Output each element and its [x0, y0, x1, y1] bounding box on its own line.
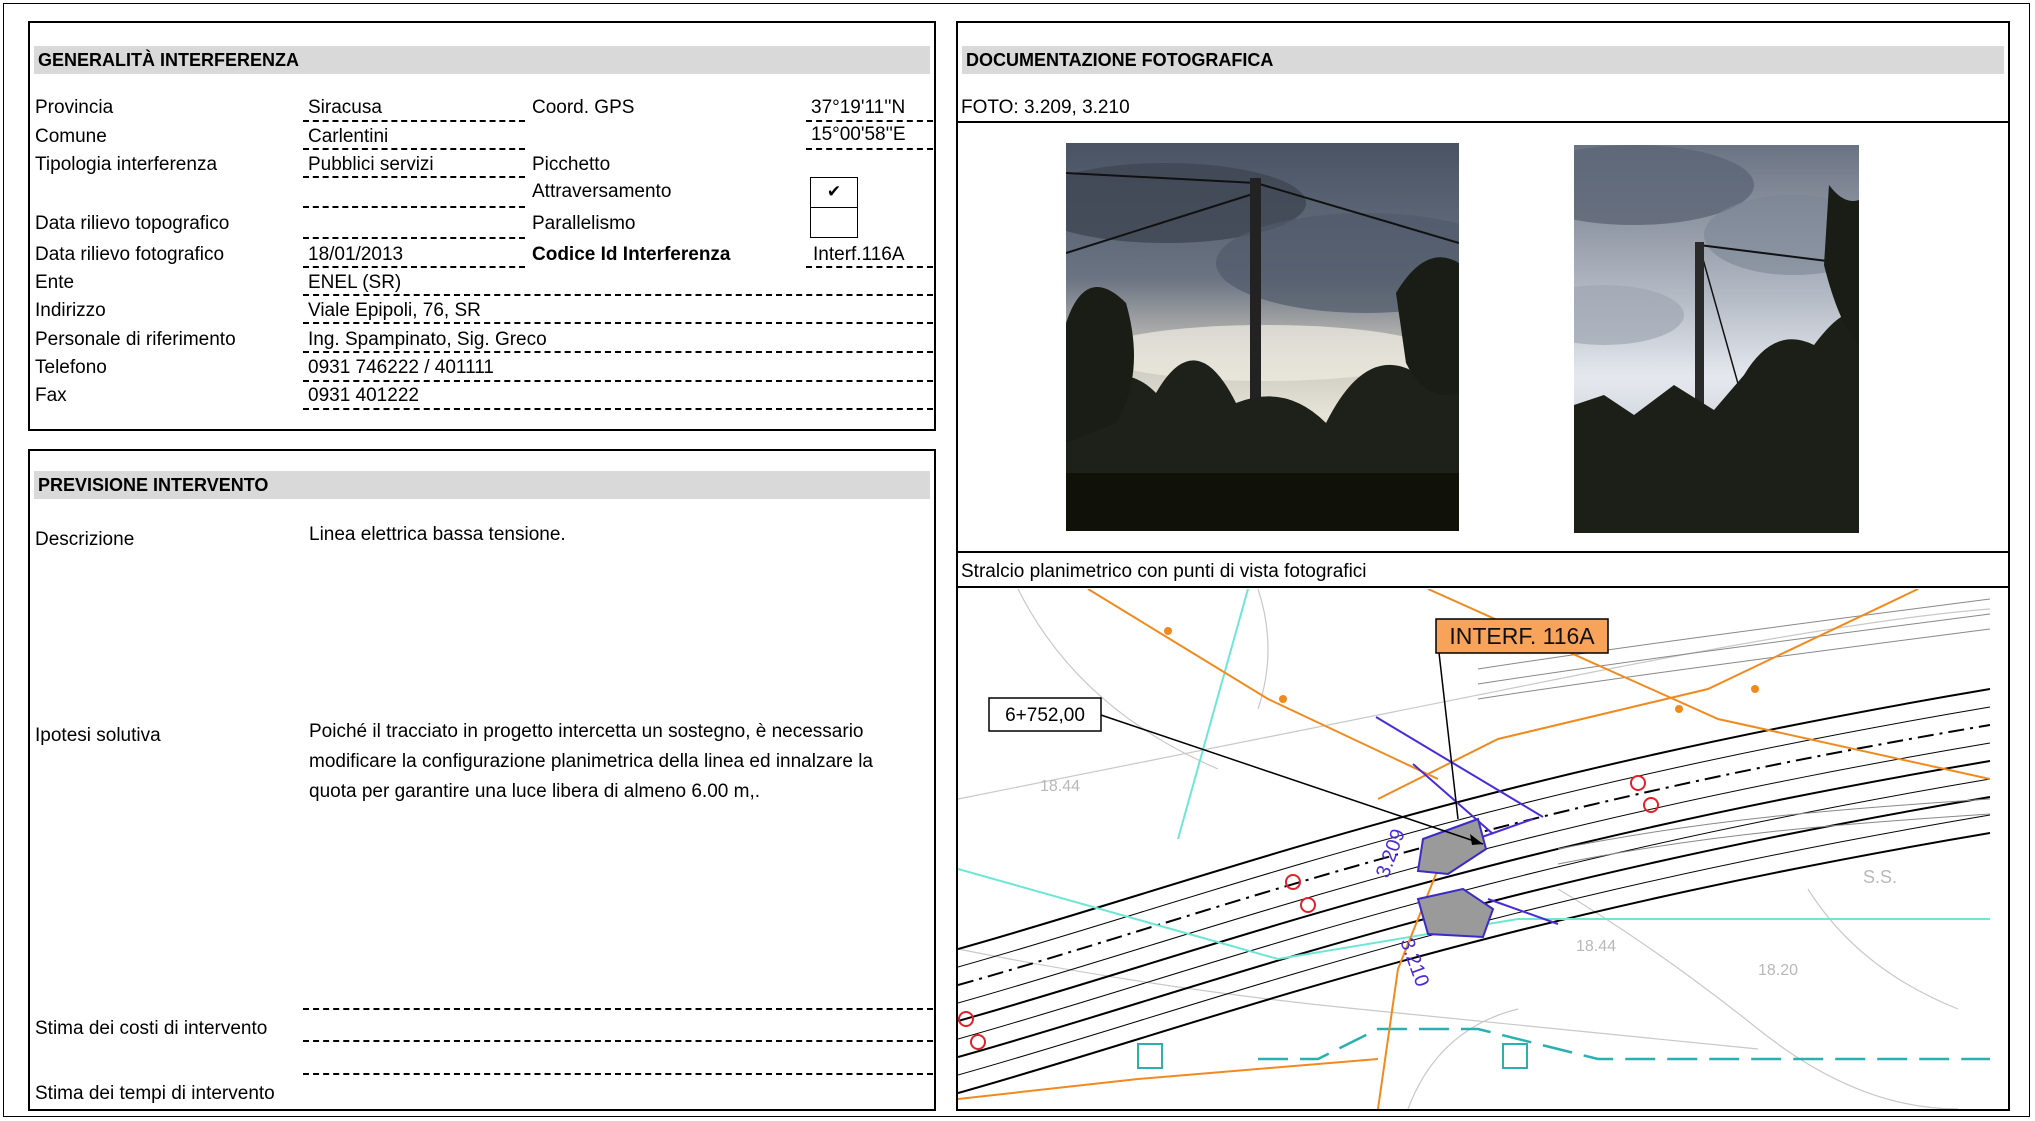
provincia-value: Siracusa — [308, 97, 382, 118]
codice-line — [806, 266, 933, 268]
provincia-label: Provincia — [35, 97, 114, 118]
foto-date-value: 18/01/2013 — [308, 244, 404, 265]
photo-3209 — [1066, 143, 1459, 531]
topo-line — [303, 237, 525, 239]
picchetto-label: Picchetto — [532, 154, 611, 175]
ss-label: S.S. — [1863, 867, 1897, 887]
tipologia-line — [303, 176, 525, 178]
coord-lon: 15°00'58''E — [811, 124, 906, 145]
comune-value: Carlentini — [308, 126, 389, 147]
parallelismo-label: Parallelismo — [532, 213, 636, 234]
previsione-title: PREVISIONE INTERVENTO — [34, 471, 930, 499]
indirizzo-line — [303, 322, 933, 324]
ente-line — [303, 294, 933, 296]
coord-lat: 37°19'11''N — [811, 97, 906, 118]
indirizzo-label: Indirizzo — [35, 300, 106, 321]
indirizzo-value: Viale Epipoli, 76, SR — [308, 300, 481, 321]
interf-label: INTERF. 116A — [1449, 623, 1595, 649]
ente-value: ENEL (SR) — [308, 272, 402, 293]
tempi-label: Stima dei tempi di intervento — [35, 1083, 275, 1104]
telefono-line — [303, 380, 933, 382]
elevation-3: 18.20 — [1758, 962, 1798, 979]
descrizione-label: Descrizione — [35, 529, 135, 550]
coord-lat-line — [806, 120, 933, 122]
elevation-1: 18.44 — [1040, 778, 1080, 795]
blank-line — [303, 206, 525, 208]
elevation-2: 18.44 — [1576, 938, 1616, 955]
stralcio-divider — [956, 586, 2010, 588]
foto-date-line — [303, 266, 525, 268]
fax-value: 0931 401222 — [308, 385, 419, 406]
personale-label: Personale di riferimento — [35, 329, 236, 350]
fax-label: Fax — [35, 385, 67, 406]
personale-value: Ing. Spampinato, Sig. Greco — [308, 329, 547, 350]
telefono-value: 0931 746222 / 401111 — [308, 357, 494, 378]
provincia-line — [303, 120, 525, 122]
planimetric-map: 6+752,00 INTERF. 116A 3.209 3.210 18.44 … — [958, 589, 1990, 1109]
coord-label: Coord. GPS — [532, 97, 635, 118]
costi-line-top — [303, 1008, 933, 1010]
generalita-title: GENERALITÀ INTERFERENZA — [34, 46, 930, 74]
personale-line — [303, 351, 933, 353]
descrizione-value: Linea elettrica bassa tensione. — [309, 524, 566, 545]
stralcio-caption: Stralcio planimetrico con punti di vista… — [961, 561, 1367, 582]
divider — [956, 121, 2010, 123]
comune-label: Comune — [35, 126, 107, 147]
attraversamento-label: Attraversamento — [532, 181, 672, 202]
parallelismo-checkbox[interactable] — [810, 207, 858, 238]
tipologia-value: Pubblici servizi — [308, 154, 434, 175]
costi-line — [303, 1040, 933, 1042]
tipologia-label: Tipologia interferenza — [35, 154, 218, 175]
foto-date-label: Data rilievo fotografico — [35, 244, 225, 265]
codice-value: Interf.116A — [813, 244, 905, 265]
codice-label: Codice Id Interferenza — [532, 244, 731, 265]
tempi-line-top — [303, 1073, 933, 1075]
photo-3210 — [1574, 145, 1859, 533]
fax-line — [303, 408, 933, 410]
topo-label: Data rilievo topografico — [35, 213, 230, 234]
attraversamento-checkbox[interactable]: ✔ — [810, 177, 858, 208]
costi-label: Stima dei costi di intervento — [35, 1018, 268, 1039]
stralcio-top-divider — [956, 551, 2010, 553]
ente-label: Ente — [35, 272, 75, 293]
coord-lon-line — [806, 148, 933, 150]
ipotesi-value: Poiché il tracciato in progetto intercet… — [309, 721, 873, 802]
comune-line — [303, 148, 525, 150]
foto-caption: FOTO: 3.209, 3.210 — [961, 97, 1130, 118]
progressiva-label: 6+752,00 — [1005, 705, 1085, 726]
ipotesi-label: Ipotesi solutiva — [35, 725, 161, 746]
telefono-label: Telefono — [35, 357, 107, 378]
documentazione-title: DOCUMENTAZIONE FOTOGRAFICA — [962, 46, 2004, 74]
